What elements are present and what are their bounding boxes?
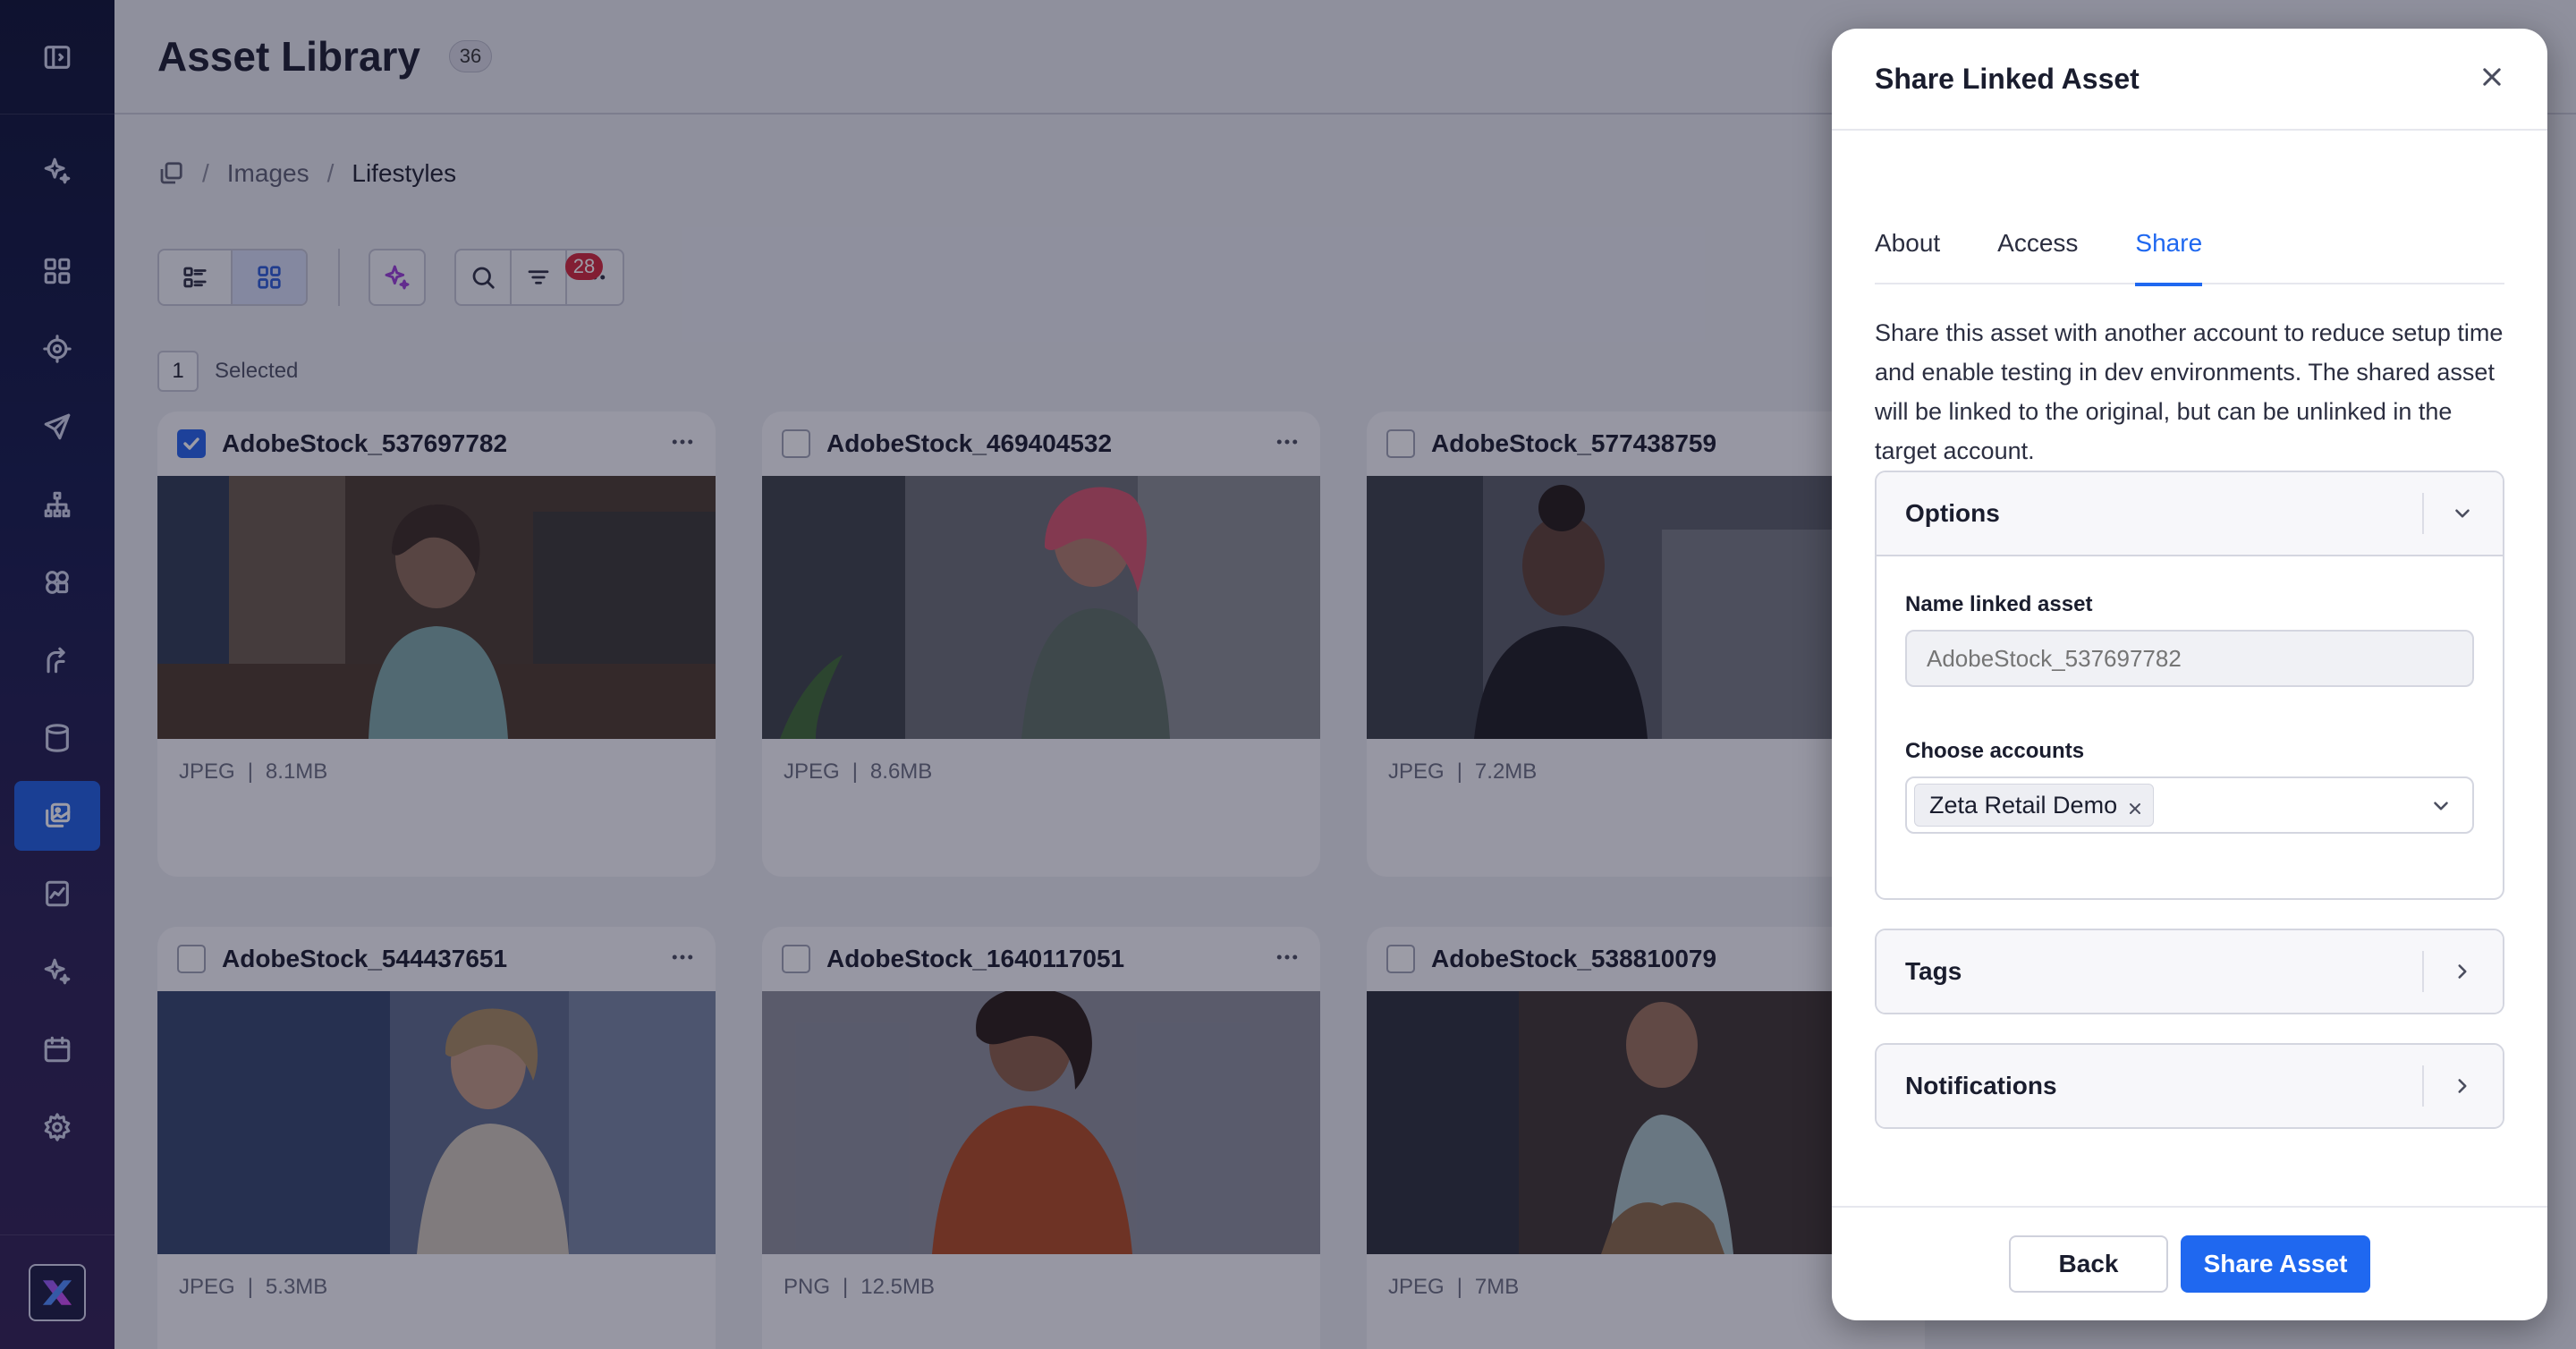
chevron-right-icon	[2458, 1079, 2467, 1093]
account-chip: Zeta Retail Demo	[1914, 784, 2155, 827]
share-asset-button[interactable]: Share Asset	[2181, 1235, 2370, 1293]
options-panel-header[interactable]: Options	[1877, 472, 2503, 555]
account-chip-label: Zeta Retail Demo	[1929, 791, 2118, 819]
dialog-title: Share Linked Asset	[1875, 62, 2140, 95]
dialog-footer: Back Share Asset	[1832, 1206, 2547, 1320]
options-title: Options	[1905, 499, 2000, 527]
options-panel-body: Name linked asset Choose accounts Zeta R…	[1877, 555, 2503, 834]
panel-divider	[2422, 1065, 2424, 1107]
panel-divider	[2422, 951, 2424, 992]
tags-title: Tags	[1905, 957, 1962, 985]
tab-share[interactable]: Share	[2135, 197, 2202, 286]
chevron-right-icon	[2458, 964, 2467, 979]
tags-panel-header[interactable]: Tags	[1877, 930, 2503, 1013]
back-button[interactable]: Back	[2009, 1235, 2168, 1293]
notifications-panel[interactable]: Notifications	[1875, 1043, 2504, 1129]
share-linked-asset-dialog: Share Linked Asset About Access Share Sh…	[1832, 29, 2547, 1320]
panel-divider	[2422, 493, 2424, 534]
name-linked-asset-input[interactable]	[1905, 630, 2474, 687]
options-panel: Options Name linked asset Choose account…	[1875, 471, 2504, 900]
choose-accounts-label: Choose accounts	[1905, 739, 2085, 763]
dialog-header: Share Linked Asset	[1832, 29, 2547, 131]
select-caret[interactable]	[2429, 794, 2453, 822]
tab-access[interactable]: Access	[1997, 197, 2078, 284]
notifications-title: Notifications	[1905, 1072, 2057, 1099]
chevron-down-icon	[2434, 802, 2448, 810]
close-button[interactable]	[2479, 64, 2504, 94]
tab-about[interactable]: About	[1875, 197, 1940, 284]
tags-panel[interactable]: Tags	[1875, 929, 2504, 1014]
name-linked-asset-label: Name linked asset	[1905, 592, 2093, 616]
notifications-panel-header[interactable]: Notifications	[1877, 1045, 2503, 1127]
close-icon	[2483, 67, 2501, 86]
dialog-tabs: About Access Share	[1875, 197, 2504, 286]
close-icon	[2130, 803, 2141, 814]
choose-accounts-select[interactable]: Zeta Retail Demo	[1905, 776, 2474, 834]
remove-account-button[interactable]	[2126, 796, 2144, 814]
chevron-down-icon	[2455, 509, 2470, 518]
share-description: Share this asset with another account to…	[1875, 319, 2504, 464]
